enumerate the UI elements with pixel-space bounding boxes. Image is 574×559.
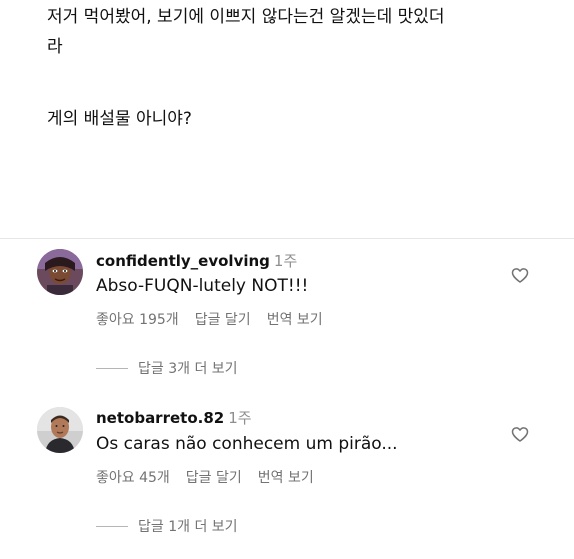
post-caption-line: 저거 먹어봤어, 보기에 이쁘지 않다는건 알겠는데 맛있더: [47, 7, 445, 27]
avatar[interactable]: [37, 407, 83, 453]
comment-username[interactable]: netobarreto.82: [96, 409, 224, 427]
post-caption-line: 라: [47, 37, 63, 57]
reply-button[interactable]: 답글 달기: [186, 470, 242, 486]
like-count[interactable]: 좋아요 195개: [96, 312, 179, 328]
comment-text: Os caras não conhecem um pirão...: [96, 434, 398, 454]
comment-timestamp: 1주: [273, 252, 298, 270]
avatar[interactable]: [37, 249, 83, 295]
post-caption-line: 게의 배설물 아니야?: [47, 109, 192, 129]
replies-divider-line: [96, 525, 128, 527]
post-caption: 저거 먹어봤어, 보기에 이쁘지 않다는건 알겠는데 맛있더 라 게의 배설물 …: [47, 2, 552, 134]
view-replies-label: 답글 1개 더 보기: [138, 519, 238, 535]
comment-text: Abso-FUQN-lutely NOT!!!: [96, 276, 309, 296]
reply-button[interactable]: 답글 달기: [195, 312, 251, 328]
view-replies-label: 답글 3개 더 보기: [138, 361, 238, 377]
view-replies-button[interactable]: 답글 1개 더 보기: [96, 516, 238, 536]
comment-timestamp: 1주: [228, 409, 252, 427]
heart-outline-icon[interactable]: [510, 265, 530, 285]
section-divider: [0, 238, 574, 239]
translate-button[interactable]: 번역 보기: [267, 312, 323, 328]
replies-divider-line: [96, 367, 128, 369]
view-replies-button[interactable]: 답글 3개 더 보기: [96, 358, 238, 378]
translate-button[interactable]: 번역 보기: [258, 470, 314, 486]
comment-username[interactable]: confidently_evolving: [96, 252, 270, 270]
heart-outline-icon[interactable]: [510, 424, 530, 444]
like-count[interactable]: 좋아요 45개: [96, 470, 170, 486]
